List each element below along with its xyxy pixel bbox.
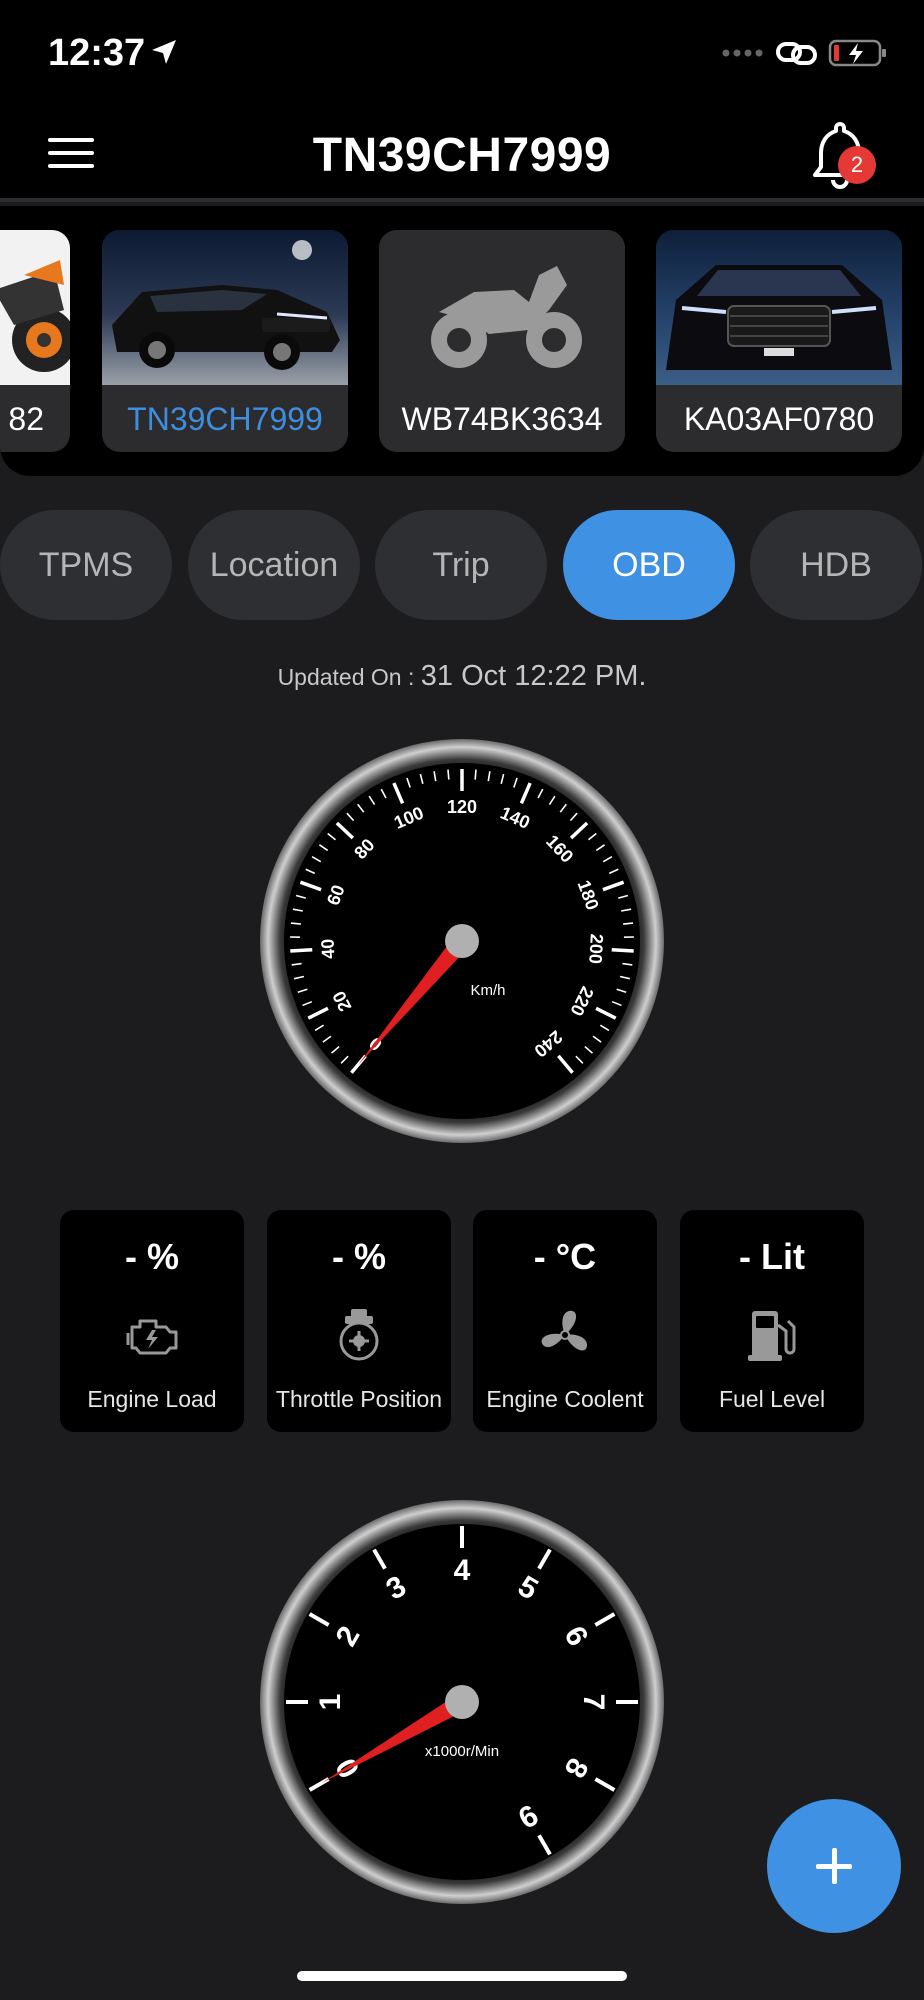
fuel-pump-icon bbox=[748, 1311, 796, 1361]
motorcycle-icon bbox=[431, 266, 582, 368]
metric-fuel-level: - Lit Fuel Level bbox=[680, 1210, 864, 1432]
vehicle-card-active[interactable]: TN39CH7999 bbox=[102, 230, 348, 452]
metric-value: - Lit bbox=[739, 1236, 805, 1277]
last-updated: Updated On : 31 Oct 12:22 PM. bbox=[0, 660, 924, 693]
gauge-hub bbox=[445, 924, 479, 958]
add-button[interactable] bbox=[767, 1799, 901, 1933]
metric-label: Throttle Position bbox=[275, 1386, 443, 1412]
tab-location[interactable]: Location bbox=[188, 510, 360, 620]
tab-obd[interactable]: OBD bbox=[563, 510, 735, 620]
metric-label: Engine Load bbox=[87, 1386, 217, 1412]
gauge-tick-label: 40 bbox=[317, 938, 338, 959]
gauge-unit: x1000r/Min bbox=[425, 1743, 499, 1760]
major-tick bbox=[611, 947, 634, 953]
home-indicator bbox=[297, 1971, 627, 1981]
notification-badge: 2 bbox=[838, 146, 876, 184]
vehicle-selector: 82 TN39CH7999 WB74BK3634 KA03AF0780 bbox=[0, 206, 924, 476]
status-bar: 12:37 bbox=[0, 0, 924, 110]
minor-tick bbox=[290, 922, 301, 925]
throttle-icon bbox=[339, 1309, 379, 1361]
vehicle-plate: KA03AF0780 bbox=[683, 401, 875, 437]
vehicle-photo bbox=[102, 230, 348, 385]
tachometer-gauge: 0123456789x1000r/Min bbox=[260, 1500, 664, 1904]
gauge-unit: Km/h bbox=[470, 982, 505, 999]
vehicle-plate: TN39CH7999 bbox=[127, 401, 323, 437]
vehicle-photo bbox=[0, 230, 70, 385]
vehicle-plate: 82 bbox=[8, 401, 44, 437]
gauge-tick-label: 7 bbox=[577, 1694, 610, 1711]
vehicle-card[interactable]: 82 bbox=[0, 230, 70, 452]
vehicle-photo bbox=[656, 230, 902, 385]
gauge-tick-label: 120 bbox=[447, 797, 477, 817]
link-icon bbox=[776, 42, 817, 65]
vehicle-card[interactable]: KA03AF0780 bbox=[656, 230, 902, 452]
status-time: 12:37 bbox=[48, 32, 146, 74]
notification-button[interactable]: 2 bbox=[806, 122, 876, 192]
metric-value: - % bbox=[332, 1236, 386, 1277]
speedometer-gauge: 020406080100120140160180200220240Km/h bbox=[260, 739, 664, 1143]
minor-tick bbox=[623, 922, 634, 925]
updated-value: 31 Oct 12:22 PM. bbox=[420, 660, 647, 692]
vehicle-photo bbox=[379, 230, 625, 385]
metric-throttle-position: - % Throttle Position bbox=[267, 1210, 451, 1432]
major-tick bbox=[290, 947, 313, 953]
engine-icon bbox=[126, 1319, 178, 1355]
gauge-tick-label: 200 bbox=[585, 933, 607, 964]
battery-charging-icon bbox=[828, 39, 886, 67]
gauge-hub bbox=[445, 1685, 479, 1719]
tab-hdb[interactable]: HDB bbox=[750, 510, 922, 620]
tab-tpms[interactable]: TPMS bbox=[0, 510, 172, 620]
fan-icon bbox=[541, 1310, 587, 1351]
location-arrow-icon bbox=[152, 40, 176, 64]
app-header: TN39CH7999 2 bbox=[0, 110, 924, 202]
metric-engine-coolant: - °C Engine Coolent bbox=[473, 1210, 657, 1432]
minor-tick bbox=[474, 769, 477, 780]
vehicle-plate: WB74BK3634 bbox=[401, 401, 603, 437]
updated-label: Updated On : bbox=[277, 664, 421, 690]
vehicle-card[interactable]: WB74BK3634 bbox=[379, 230, 625, 452]
status-indicators bbox=[722, 38, 888, 68]
metric-label: Engine Coolent bbox=[486, 1386, 644, 1412]
gauge-tick-label: 4 bbox=[454, 1554, 471, 1587]
metric-value: - % bbox=[125, 1236, 179, 1277]
page-title: TN39CH7999 bbox=[312, 129, 612, 182]
metric-value: - °C bbox=[533, 1236, 597, 1277]
tab-trip[interactable]: Trip bbox=[375, 510, 547, 620]
gauge-tick-label: 1 bbox=[314, 1694, 347, 1711]
signal-dots-icon bbox=[722, 49, 763, 57]
metric-label: Fuel Level bbox=[718, 1386, 826, 1412]
minor-tick bbox=[447, 769, 450, 780]
metric-engine-load: - % Engine Load bbox=[60, 1210, 244, 1432]
